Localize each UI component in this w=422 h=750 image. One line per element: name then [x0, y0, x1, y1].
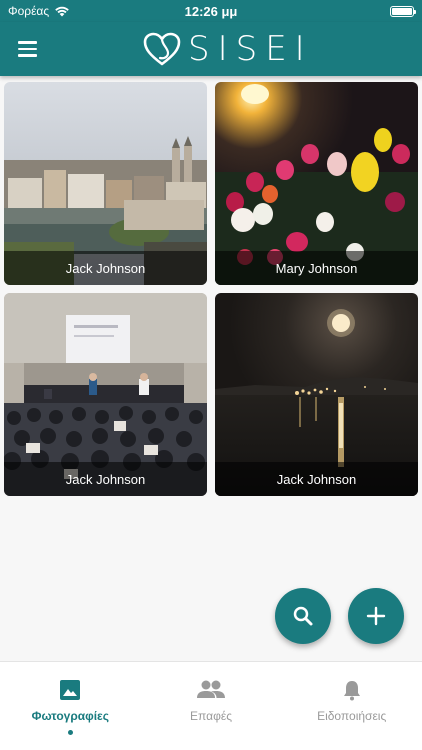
plus-icon — [366, 606, 386, 626]
add-photo-button[interactable] — [348, 588, 404, 644]
status-bar: Φορέας 12:26 μμ — [0, 0, 422, 22]
app-logo: SISEI — [142, 29, 313, 69]
photo-card[interactable]: Jack Johnson — [215, 293, 418, 496]
menu-button[interactable] — [14, 36, 42, 62]
bottom-navigation: Φωτογραφίες Επαφές Ειδοποιήσεις — [0, 661, 422, 750]
photo-card[interactable]: Jack Johnson — [4, 82, 207, 285]
bell-icon — [343, 681, 360, 701]
logo-text: SISEI — [188, 29, 313, 69]
battery-icon — [390, 5, 416, 17]
carrier-name: Φορέας — [8, 4, 50, 18]
tab-photos[interactable]: Φωτογραφίες — [0, 662, 141, 750]
tab-photos-label: Φωτογραφίες — [31, 709, 109, 723]
hamburger-icon — [18, 41, 37, 44]
tab-contacts[interactable]: Επαφές — [141, 662, 282, 750]
photo-owner-label: Mary Johnson — [215, 251, 418, 285]
tab-notifications[interactable]: Ειδοποιήσεις — [281, 662, 422, 750]
heart-logo-icon — [143, 32, 181, 66]
search-icon — [293, 606, 313, 626]
photo-owner-label: Jack Johnson — [215, 462, 418, 496]
photo-owner-label: Jack Johnson — [4, 251, 207, 285]
wifi-icon — [55, 6, 69, 17]
photo-card[interactable]: Mary Johnson — [215, 82, 418, 285]
photo-grid: Jack Johnson Mary Johnson Jack Johnson J… — [4, 82, 418, 496]
active-tab-indicator — [67, 730, 73, 735]
image-icon — [60, 680, 81, 700]
tab-notifications-label: Ειδοποιήσεις — [317, 709, 387, 723]
photo-owner-label: Jack Johnson — [4, 462, 207, 496]
app-bar: SISEI — [0, 22, 422, 76]
people-icon — [197, 680, 225, 698]
tab-contacts-label: Επαφές — [190, 709, 232, 723]
search-button[interactable] — [275, 588, 331, 644]
photo-card[interactable]: Jack Johnson — [4, 293, 207, 496]
carrier-info: Φορέας — [8, 4, 70, 18]
